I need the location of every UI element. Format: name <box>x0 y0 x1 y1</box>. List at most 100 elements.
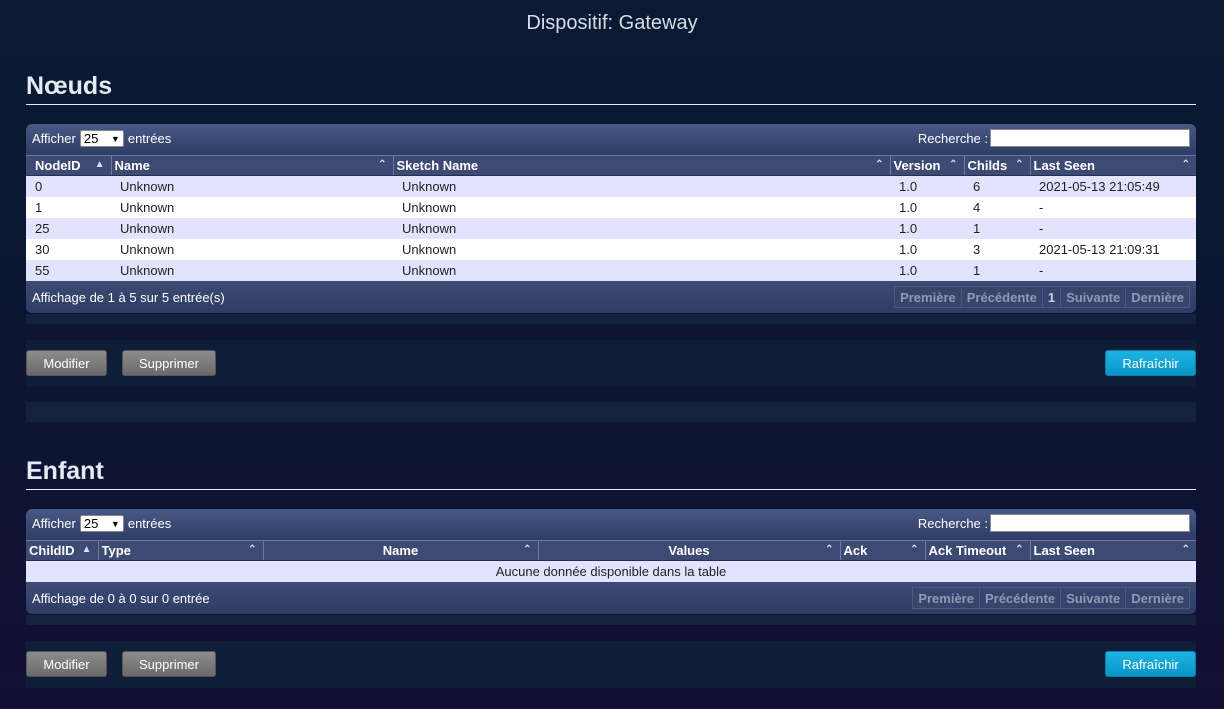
cell-childs: 6 <box>964 175 1030 197</box>
modify-node-button[interactable]: Modifier <box>26 350 107 376</box>
sort-both-icon: ⌃ <box>1181 159 1190 170</box>
chevron-down-icon: ▼ <box>110 133 120 144</box>
cell-name: Unknown <box>111 217 393 239</box>
children-length-select[interactable]: 25 ▼ <box>79 515 124 532</box>
cell-childs: 4 <box>964 196 1030 218</box>
cell-nodeid: 30 <box>26 238 111 260</box>
cell-last-seen: - <box>1030 217 1196 239</box>
sort-both-icon: ⌃ <box>1015 544 1024 555</box>
children-search-label: Recherche : <box>917 515 988 531</box>
cell-version: 1.0 <box>890 175 964 197</box>
delete-node-button[interactable]: Supprimer <box>122 350 216 376</box>
table-row[interactable]: 55 Unknown Unknown 1.0 1 - <box>26 259 1196 281</box>
col-header-ack-timeout[interactable]: Ack Timeout ⌃ <box>925 540 1031 561</box>
next-page-button[interactable]: Suivante <box>1060 285 1127 308</box>
modify-child-button[interactable]: Modifier <box>26 651 107 677</box>
children-table-toolbar: Afficher 25 ▼ entrées Recherche : <box>26 509 1196 540</box>
children-search: Recherche : <box>918 514 1190 532</box>
table-row[interactable]: 30 Unknown Unknown 1.0 3 2021-05-13 21:0… <box>26 238 1196 260</box>
cell-nodeid: 0 <box>26 175 111 197</box>
delete-child-button[interactable]: Supprimer <box>122 651 216 677</box>
nodes-table-header: NodeID ▲ Name ⌃ Sketch Name ⌃ Version ⌃ Chil… <box>26 155 1196 176</box>
cell-name: Unknown <box>111 196 393 218</box>
children-action-bar: Modifier Supprimer Rafraîchir <box>26 641 1196 688</box>
nodes-length-suffix: entrées <box>127 131 172 146</box>
refresh-children-button[interactable]: Rafraîchir <box>1105 651 1196 677</box>
section-divider <box>26 402 1196 422</box>
children-table-info: Affichage de 0 à 0 sur 0 entrée <box>32 590 210 606</box>
children-table-header: ChildID ▲ Type ⌃ Name ⌃ Values ⌃ Ack ⌃ Ack Ti… <box>26 540 1196 561</box>
sort-asc-icon: ▲ <box>81 544 92 555</box>
col-header-name[interactable]: Name ⌃ <box>111 155 394 176</box>
children-search-input[interactable] <box>990 514 1190 532</box>
sort-both-icon: ⌃ <box>1015 159 1024 170</box>
chevron-down-icon: ▼ <box>110 518 120 529</box>
children-length-suffix: entrées <box>127 516 172 531</box>
children-pagination: Première Précédente Suivante Dernière <box>912 586 1190 609</box>
sort-both-icon: ⌃ <box>1181 544 1190 555</box>
empty-row: Aucune donnée disponible dans la table <box>26 560 1196 582</box>
cell-name: Unknown <box>111 238 393 260</box>
cell-sketch-name: Unknown <box>393 217 890 239</box>
children-length-label: Afficher <box>32 516 76 531</box>
children-table-spacer <box>26 615 1196 625</box>
col-header-last-seen[interactable]: Last Seen ⌃ <box>1030 155 1196 176</box>
cell-last-seen: 2021-05-13 21:09:31 <box>1030 238 1196 260</box>
col-header-nodeid[interactable]: NodeID ▲ <box>26 155 112 176</box>
sort-both-icon: ⌃ <box>523 544 532 555</box>
cell-sketch-name: Unknown <box>393 238 890 260</box>
cell-last-seen: - <box>1030 196 1196 218</box>
children-length-value: 25 <box>83 516 99 531</box>
cell-sketch-name: Unknown <box>393 196 890 218</box>
cell-last-seen: 2021-05-13 21:05:49 <box>1030 175 1196 197</box>
next-page-button[interactable]: Suivante <box>1060 586 1127 609</box>
last-page-button[interactable]: Dernière <box>1125 586 1190 609</box>
nodes-search-input[interactable] <box>990 129 1190 147</box>
cell-name: Unknown <box>111 175 393 197</box>
last-page-button[interactable]: Dernière <box>1125 285 1190 308</box>
sort-both-icon: ⌃ <box>875 159 884 170</box>
table-row[interactable]: 1 Unknown Unknown 1.0 4 - <box>26 196 1196 218</box>
page-title: Dispositif: Gateway <box>526 12 698 34</box>
col-header-values[interactable]: Values ⌃ <box>538 540 841 561</box>
nodes-table: NodeID ▲ Name ⌃ Sketch Name ⌃ Version ⌃ Chil… <box>26 155 1196 281</box>
nodes-search-label: Recherche : <box>917 130 988 146</box>
cell-sketch-name: Unknown <box>393 259 890 281</box>
children-length-control: Afficher 25 ▼ entrées <box>32 515 171 532</box>
table-row[interactable]: 25 Unknown Unknown 1.0 1 - <box>26 217 1196 239</box>
first-page-button[interactable]: Première <box>912 586 980 609</box>
sort-both-icon: ⌃ <box>910 544 919 555</box>
col-header-last-seen[interactable]: Last Seen ⌃ <box>1030 540 1196 561</box>
previous-page-button[interactable]: Précédente <box>978 586 1062 609</box>
sort-both-icon: ⌃ <box>825 544 834 555</box>
cell-last-seen: - <box>1030 259 1196 281</box>
first-page-button[interactable]: Première <box>894 285 962 308</box>
cell-version: 1.0 <box>890 196 964 218</box>
sort-both-icon: ⌃ <box>248 544 257 555</box>
cell-nodeid: 1 <box>26 196 111 218</box>
nodes-table-spacer <box>26 314 1196 324</box>
cell-version: 1.0 <box>890 217 964 239</box>
col-header-childid[interactable]: ChildID ▲ <box>26 540 99 561</box>
sort-both-icon: ⌃ <box>378 159 387 170</box>
empty-message: Aucune donnée disponible dans la table <box>26 560 1196 582</box>
cell-nodeid: 25 <box>26 217 111 239</box>
refresh-nodes-button[interactable]: Rafraîchir <box>1105 350 1196 376</box>
children-table-footer: Affichage de 0 à 0 sur 0 entrée Première… <box>26 581 1196 614</box>
page-1-button[interactable]: 1 <box>1041 285 1062 308</box>
nodes-heading: Nœuds <box>26 72 1196 105</box>
col-header-name[interactable]: Name ⌃ <box>263 540 539 561</box>
col-header-childs[interactable]: Childs ⌃ <box>964 155 1031 176</box>
col-header-sketch-name[interactable]: Sketch Name ⌃ <box>393 155 891 176</box>
col-header-version[interactable]: Version ⌃ <box>890 155 965 176</box>
table-row[interactable]: 0 Unknown Unknown 1.0 6 2021-05-13 21:05… <box>26 175 1196 197</box>
previous-page-button[interactable]: Précédente <box>960 285 1043 308</box>
nodes-search: Recherche : <box>918 129 1190 147</box>
col-header-type[interactable]: Type ⌃ <box>98 540 264 561</box>
cell-childs: 1 <box>964 217 1030 239</box>
cell-nodeid: 55 <box>26 259 111 281</box>
col-header-ack[interactable]: Ack ⌃ <box>840 540 926 561</box>
cell-sketch-name: Unknown <box>393 175 890 197</box>
nodes-length-select[interactable]: 25 ▼ <box>79 130 124 147</box>
cell-childs: 3 <box>964 238 1030 260</box>
